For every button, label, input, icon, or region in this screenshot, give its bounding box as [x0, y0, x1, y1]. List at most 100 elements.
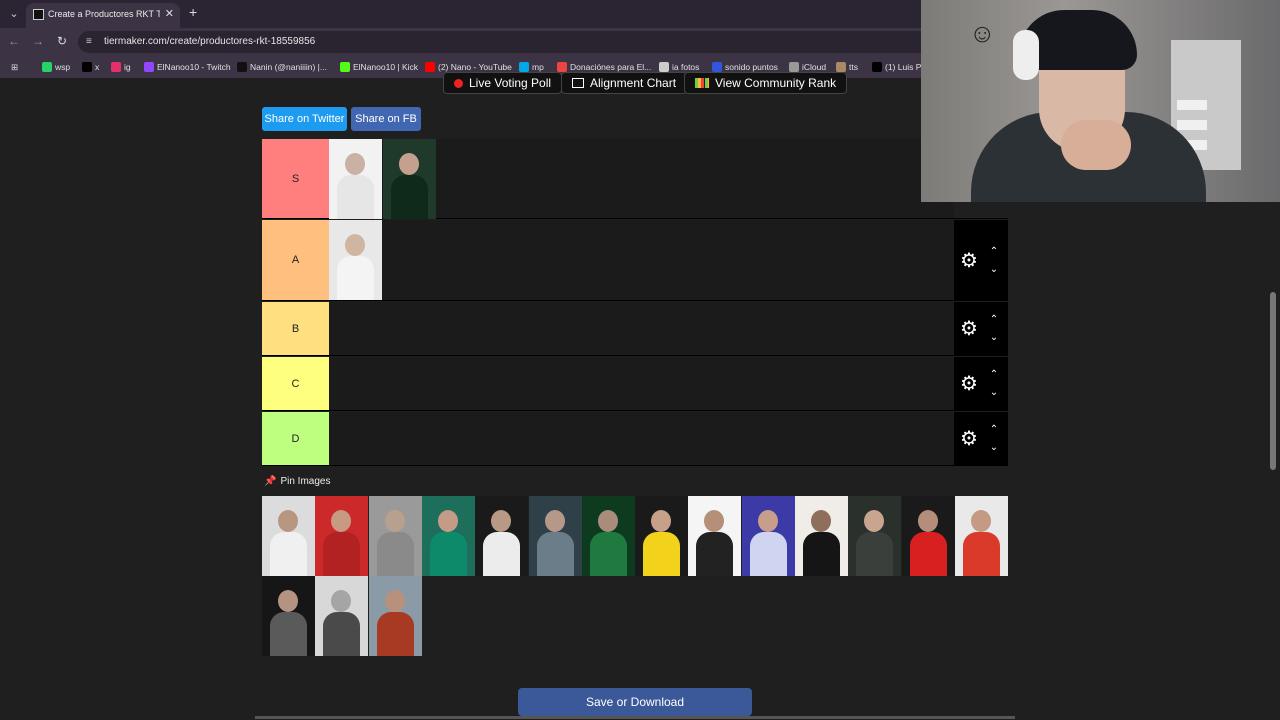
tier-drop-zone[interactable] [329, 302, 954, 355]
thumbnail-person-head [811, 510, 831, 532]
wall-smiley-drawing: ☺ [969, 18, 996, 48]
thumbnail-person-head [491, 510, 512, 532]
tab-close-icon[interactable]: ✕ [165, 7, 174, 20]
record-icon [454, 78, 463, 88]
bookmark-favicon-icon [519, 62, 529, 72]
bookmark-favicon-icon [340, 62, 350, 72]
pool-image[interactable] [368, 576, 422, 656]
tier-label[interactable]: C [262, 357, 329, 410]
bookmark-label: ElNanoo10 | Kick [353, 62, 419, 72]
reload-icon[interactable]: ↻ [54, 33, 70, 49]
chevron-up-icon[interactable]: ⌃ [986, 366, 1002, 384]
pool-image[interactable] [475, 496, 529, 576]
thumbnail-person-head [399, 153, 419, 175]
pool-image[interactable] [262, 496, 315, 576]
bookmark-favicon-icon [712, 62, 722, 72]
chevron-down-icon[interactable]: ⌄ [986, 329, 1002, 347]
forward-icon[interactable]: → [30, 33, 46, 49]
pool-image[interactable] [262, 576, 315, 656]
share-twitter-button[interactable]: Share on Twitter [262, 107, 347, 131]
tier-label[interactable]: S [262, 139, 329, 218]
tier-controls: ⚙ ⌃ ⌄ [954, 220, 1008, 300]
webcam-drawer [1177, 120, 1207, 130]
pool-image[interactable] [795, 496, 848, 576]
tier-drop-zone[interactable] [329, 139, 954, 219]
tier-drop-zone[interactable] [329, 412, 954, 465]
bookmark-item[interactable]: wsp [42, 60, 70, 74]
site-info-icon[interactable]: ≡ [86, 36, 97, 47]
gear-icon[interactable]: ⚙ [958, 428, 980, 450]
pool-image[interactable] [421, 496, 475, 576]
save-download-button[interactable]: Save or Download [518, 688, 752, 716]
gear-icon[interactable]: ⚙ [958, 318, 980, 340]
chevron-down-icon[interactable]: ⌄ [986, 261, 1002, 279]
tier-image[interactable] [329, 220, 382, 300]
bookmark-favicon-icon [237, 62, 247, 72]
thumbnail-person-body [962, 532, 1000, 576]
gear-icon[interactable]: ⚙ [958, 250, 980, 272]
bookmark-favicon-icon [82, 62, 92, 72]
pool-image[interactable] [901, 496, 955, 576]
thumbnail-person-head [544, 510, 565, 532]
chevron-up-icon[interactable]: ⌃ [986, 243, 1002, 261]
bookmark-item[interactable]: ElNanoo10 - Twitch [144, 60, 231, 74]
alignment-chart-label: Alignment Chart [590, 76, 677, 90]
alignment-chart-button[interactable]: Alignment Chart [561, 72, 688, 94]
pin-images-toggle[interactable]: 📌 Pin Images [264, 476, 330, 487]
chevron-down-icon[interactable]: ⌄ [986, 384, 1002, 402]
pool-image[interactable] [954, 496, 1008, 576]
bookmark-item[interactable]: ig [111, 60, 131, 74]
pool-image[interactable] [848, 496, 902, 576]
chevron-down-icon[interactable]: ⌄ [986, 439, 1002, 457]
live-voting-poll-button[interactable]: Live Voting Poll [443, 72, 563, 94]
tier-label[interactable]: A [262, 220, 329, 300]
gear-icon[interactable]: ⚙ [958, 373, 980, 395]
chevron-up-icon[interactable]: ⌃ [986, 421, 1002, 439]
back-icon[interactable]: ← [6, 33, 22, 49]
tier-drop-zone[interactable] [329, 220, 954, 300]
pool-image[interactable] [635, 496, 689, 576]
bookmark-item[interactable]: Nanin (@naniiiin) |... [237, 60, 327, 74]
bookmark-favicon-icon [425, 62, 435, 72]
tier-image[interactable] [383, 139, 436, 219]
thumbnail-person-body [536, 532, 574, 576]
bookmark-item[interactable]: x [82, 60, 99, 74]
thumbnail-person-body [749, 532, 787, 576]
tier-image[interactable] [329, 139, 382, 219]
apps-grid-icon[interactable]: ⊞ [11, 60, 18, 74]
chevron-up-icon[interactable]: ⌃ [986, 311, 1002, 329]
thumbnail-person-head [278, 510, 298, 532]
tier-label[interactable]: B [262, 302, 329, 355]
bookmark-favicon-icon [836, 62, 846, 72]
new-tab-button[interactable]: + [189, 4, 197, 20]
view-community-rank-button[interactable]: View Community Rank [684, 72, 848, 94]
tier-drop-zone[interactable] [329, 357, 954, 410]
tier-label[interactable]: D [262, 412, 329, 465]
pool-image[interactable] [581, 496, 635, 576]
horizontal-scrollbar[interactable] [255, 716, 1015, 719]
pool-image[interactable] [741, 496, 795, 576]
pool-image[interactable] [315, 576, 369, 656]
webcam-drawer [1177, 100, 1207, 110]
bookmark-label: iCloud [802, 62, 827, 72]
address-bar[interactable]: ≡ tiermaker.com/create/productores-rkt-1… [78, 31, 938, 53]
browser-tab-active[interactable]: Create a Productores RKT Tier List ✕ [26, 3, 180, 28]
url-text: tiermaker.com/create/productores-rkt-185… [104, 36, 316, 47]
pool-image[interactable] [528, 496, 582, 576]
pool-image[interactable] [368, 496, 422, 576]
thumbnail-person-head [345, 234, 365, 256]
bookmark-label: tts [849, 62, 858, 72]
bookmark-label: ia fotos [672, 62, 700, 72]
bookmark-item[interactable]: (1) Luis Pa [872, 60, 926, 74]
tier-row-c: C ⚙ ⌃ ⌄ [262, 357, 1008, 411]
bookmark-item[interactable]: ElNanoo10 | Kick [340, 60, 418, 74]
pool-image[interactable] [315, 496, 369, 576]
tab-search-icon[interactable]: ⌄ [6, 6, 22, 22]
vertical-scrollbar[interactable] [1270, 292, 1276, 470]
bookmark-favicon-icon [111, 62, 121, 72]
share-fb-button[interactable]: Share on FB [351, 107, 421, 131]
thumbnail-person-head [704, 510, 725, 532]
bookmark-label: (2) Nano - YouTube [438, 62, 512, 72]
tier-controls: ⚙ ⌃ ⌄ [954, 302, 1008, 355]
pool-image[interactable] [688, 496, 742, 576]
